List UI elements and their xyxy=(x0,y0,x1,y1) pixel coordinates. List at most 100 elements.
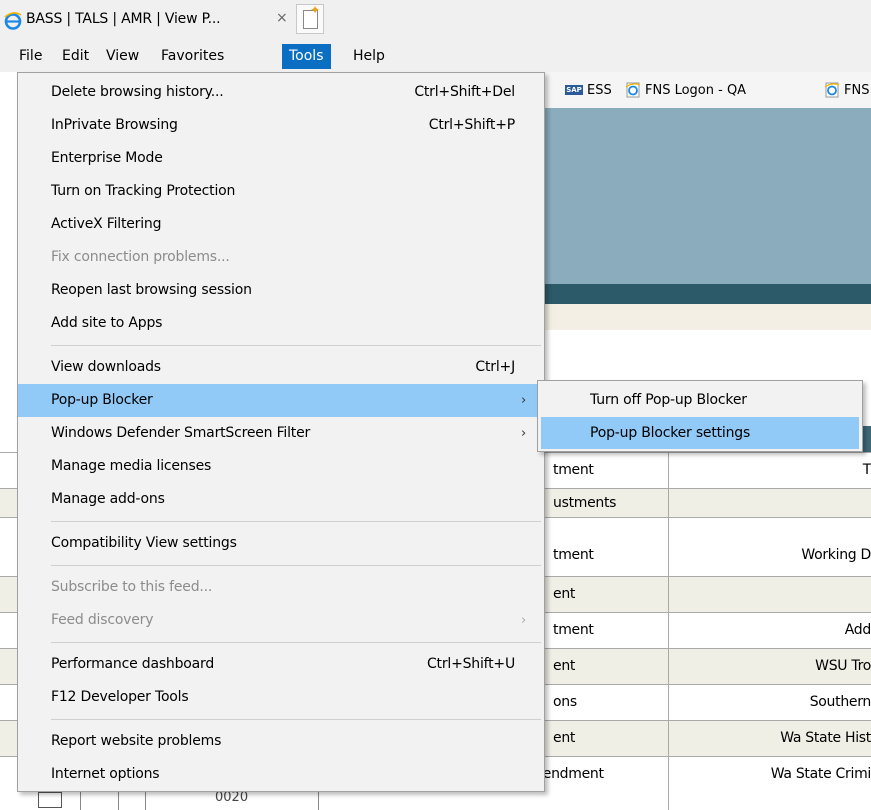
menu-item-smartscreen-filter[interactable]: Windows Defender SmartScreen Filter › xyxy=(18,417,544,450)
menu-tools[interactable]: Tools xyxy=(282,44,331,69)
menu-separator xyxy=(51,521,541,522)
menu-item-label: Reopen last browsing session xyxy=(51,282,252,298)
menu-item-label: Turn on Tracking Protection xyxy=(51,183,236,199)
menu-item-f12-developer-tools[interactable]: F12 Developer Tools xyxy=(18,681,544,714)
menu-separator xyxy=(51,719,541,720)
menu-item-label: Fix connection problems... xyxy=(51,249,230,265)
menu-item-label: Manage add-ons xyxy=(51,491,165,507)
table-cell: ons xyxy=(553,694,577,710)
submenu-arrow-icon: › xyxy=(521,393,527,408)
menu-item-performance-dashboard[interactable]: Performance dashboard Ctrl+Shift+U xyxy=(18,648,544,681)
close-tab-icon[interactable]: × xyxy=(276,10,288,26)
tab-title: BASS | TALS | AMR | View P... xyxy=(26,11,221,27)
menu-item-label: Delete browsing history... xyxy=(51,84,224,100)
popup-blocker-submenu: Turn off Pop-up Blocker Pop-up Blocker s… xyxy=(537,380,863,452)
table-cell: tment xyxy=(553,547,594,563)
menu-item-label: Internet options xyxy=(51,766,160,782)
menu-item-label: Pop-up Blocker settings xyxy=(590,425,751,441)
browser-tab[interactable]: BASS | TALS | AMR | View P... × xyxy=(0,0,290,38)
menu-item-label: Enterprise Mode xyxy=(51,150,163,166)
menu-bar: File Edit View Favorites Tools Help xyxy=(0,40,871,72)
menu-item-feed-discovery: Feed discovery › xyxy=(18,604,544,637)
sap-icon: SAP xyxy=(565,85,583,95)
favorite-fns-logon-qa[interactable]: FNS Logon - QA xyxy=(625,80,746,100)
new-tab-button[interactable]: ✦ xyxy=(296,4,324,34)
menu-item-fix-connection-problems: Fix connection problems... xyxy=(18,241,544,274)
ie-icon xyxy=(4,12,22,30)
menu-view[interactable]: View xyxy=(99,44,146,69)
menu-item-label: Performance dashboard xyxy=(51,656,215,672)
favorite-label: ESS xyxy=(587,82,612,98)
submenu-arrow-icon: › xyxy=(521,426,527,441)
menu-item-compatibility-view[interactable]: Compatibility View settings xyxy=(18,527,544,560)
menu-item-tracking-protection[interactable]: Turn on Tracking Protection xyxy=(18,175,544,208)
tab-strip: BASS | TALS | AMR | View P... × ✦ xyxy=(0,0,871,40)
menu-item-shortcut: Ctrl+Shift+P xyxy=(428,117,515,133)
menu-item-label: Subscribe to this feed... xyxy=(51,579,213,595)
menu-edit[interactable]: Edit xyxy=(55,44,96,69)
ie-page-icon xyxy=(824,82,840,98)
menu-item-report-website-problems[interactable]: Report website problems xyxy=(18,725,544,758)
menu-item-label: Manage media licenses xyxy=(51,458,212,474)
table-code-cell: 0020 xyxy=(215,790,249,805)
menu-item-label: Pop-up Blocker xyxy=(51,392,153,408)
tools-menu: Delete browsing history... Ctrl+Shift+De… xyxy=(17,72,545,792)
menu-item-label: Turn off Pop-up Blocker xyxy=(590,392,747,408)
table-cell: WSU Tro xyxy=(815,658,871,674)
favorite-ess[interactable]: SAP ESS xyxy=(565,80,612,100)
menu-separator xyxy=(51,565,541,566)
menu-item-enterprise-mode[interactable]: Enterprise Mode xyxy=(18,142,544,175)
favorite-label: FNS Logon - QA xyxy=(645,82,747,98)
page-subbar xyxy=(540,304,871,330)
menu-separator xyxy=(51,642,541,643)
menu-separator xyxy=(51,345,541,346)
menu-favorites[interactable]: Favorites xyxy=(154,44,231,69)
page-banner xyxy=(540,108,871,284)
new-star-icon: ✦ xyxy=(310,3,321,17)
menu-file[interactable]: File xyxy=(12,44,49,69)
menu-item-subscribe-feed: Subscribe to this feed... xyxy=(18,571,544,604)
menu-item-label: InPrivate Browsing xyxy=(51,117,178,133)
menu-item-label: Compatibility View settings xyxy=(51,535,237,551)
menu-item-turn-off-popup-blocker[interactable]: Turn off Pop-up Blocker xyxy=(541,384,859,416)
menu-item-reopen-last-session[interactable]: Reopen last browsing session xyxy=(18,274,544,307)
table-column-divider xyxy=(668,452,669,810)
menu-item-shortcut: Ctrl+J xyxy=(475,359,515,375)
menu-item-view-downloads[interactable]: View downloads Ctrl+J xyxy=(18,351,544,384)
menu-help[interactable]: Help xyxy=(346,44,392,69)
table-cell: ent xyxy=(553,730,576,746)
ie-page-icon xyxy=(625,82,641,98)
favorite-label: FNS xyxy=(844,82,870,98)
menu-item-delete-browsing-history[interactable]: Delete browsing history... Ctrl+Shift+De… xyxy=(18,76,544,109)
table-cell: Southern xyxy=(809,694,871,710)
menu-item-popup-blocker-settings[interactable]: Pop-up Blocker settings xyxy=(541,417,859,449)
submenu-arrow-icon: › xyxy=(521,613,527,628)
table-cell: T xyxy=(862,462,871,478)
menu-item-label: Windows Defender SmartScreen Filter xyxy=(51,425,311,441)
menu-item-label: F12 Developer Tools xyxy=(51,689,189,705)
menu-item-manage-media-licenses[interactable]: Manage media licenses xyxy=(18,450,544,483)
table-cell: Add xyxy=(844,622,871,638)
table-cell: ent xyxy=(553,658,576,674)
row-checkbox[interactable] xyxy=(38,792,62,808)
table-cell: tment xyxy=(553,462,594,478)
favorite-fns[interactable]: FNS xyxy=(824,80,869,100)
menu-item-add-site-to-apps[interactable]: Add site to Apps xyxy=(18,307,544,340)
menu-item-label: Add site to Apps xyxy=(51,315,163,331)
menu-item-popup-blocker[interactable]: Pop-up Blocker › xyxy=(18,384,544,417)
table-cell: Working D xyxy=(801,547,871,563)
menu-item-manage-add-ons[interactable]: Manage add-ons xyxy=(18,483,544,516)
menu-item-label: Report website problems xyxy=(51,733,222,749)
menu-item-internet-options[interactable]: Internet options xyxy=(18,758,544,791)
menu-item-activex-filtering[interactable]: ActiveX Filtering xyxy=(18,208,544,241)
menu-item-shortcut: Ctrl+Shift+Del xyxy=(414,84,515,100)
table-cell: tment xyxy=(553,622,594,638)
table-cell: ustments xyxy=(553,495,617,511)
menu-item-inprivate-browsing[interactable]: InPrivate Browsing Ctrl+Shift+P xyxy=(18,109,544,142)
page-banner-band xyxy=(540,284,871,304)
table-cell: ent xyxy=(553,586,576,602)
table-cell: Wa State Hist xyxy=(780,730,871,746)
menu-item-label: ActiveX Filtering xyxy=(51,216,162,232)
menu-item-label: Feed discovery xyxy=(51,612,154,628)
favorites-bar: SAP ESS FNS Logon - QA FNS xyxy=(540,72,871,108)
